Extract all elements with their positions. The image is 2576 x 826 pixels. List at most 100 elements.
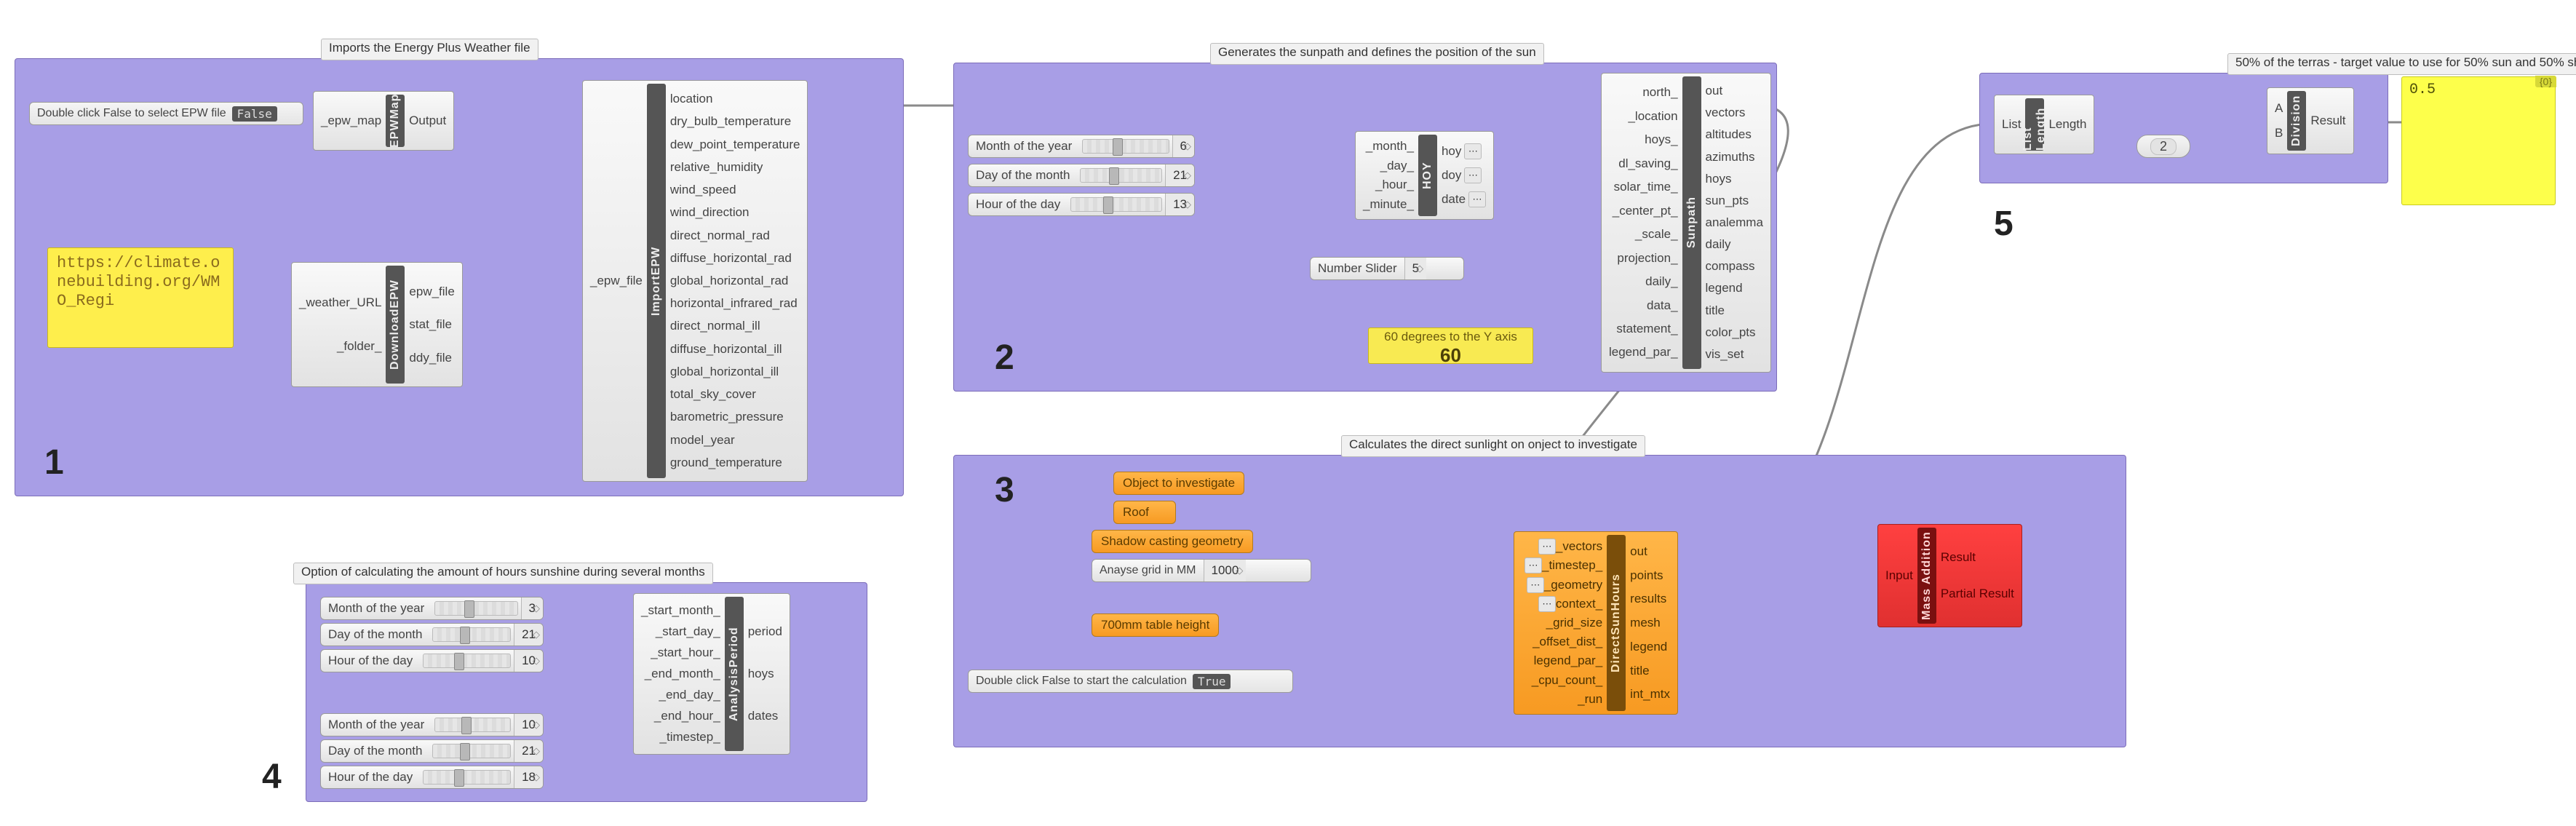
hoy-out-btn-0[interactable]: ⋯ bbox=[1464, 143, 1482, 159]
constant-2[interactable]: 2 bbox=[2136, 135, 2190, 158]
sunpath-out-10: title bbox=[1706, 302, 1763, 319]
relay-roof[interactable]: Roof bbox=[1113, 501, 1176, 524]
slider-g4a-1[interactable]: Day of the month 21 bbox=[320, 623, 544, 646]
sunpath-out-1: vectors bbox=[1706, 104, 1763, 122]
slider-g2-1-track[interactable] bbox=[1080, 168, 1162, 183]
slider-g4b-0[interactable]: Month of the year10 bbox=[320, 713, 544, 736]
component-list-length[interactable]: List List Length Length bbox=[1994, 95, 2094, 154]
result-panel[interactable]: {0} 0.5 bbox=[2401, 76, 2556, 205]
import-out-12: global_horizontal_ill bbox=[670, 363, 800, 381]
import-out-3: relative_humidity bbox=[670, 159, 800, 176]
slider-g4a-2-track[interactable] bbox=[423, 654, 511, 668]
sunpath-in-1: _location bbox=[1609, 108, 1678, 125]
slider-g4b-0-track[interactable] bbox=[434, 718, 511, 732]
slider-g4a-1-label: Day of the month bbox=[321, 627, 429, 642]
component-importepw[interactable]: _epw_file ImportEPW locationdry_bulb_tem… bbox=[582, 80, 808, 482]
relay-roof-label: Roof bbox=[1123, 505, 1149, 520]
ap-in-2: _start_hour_ bbox=[641, 644, 720, 662]
component-downloadepw[interactable]: _weather_URL _folder_ DownloadEPW epw_fi… bbox=[291, 262, 463, 387]
run-toggle-bool: True bbox=[1193, 674, 1231, 689]
relay-table-height[interactable]: 700mm table height bbox=[1092, 613, 1219, 637]
component-division[interactable]: A B Division Result bbox=[2267, 87, 2354, 154]
relay-object-investigate[interactable]: Object to investigate bbox=[1113, 472, 1244, 495]
dsh-in-btn-3[interactable]: ⋯ bbox=[1538, 596, 1556, 612]
component-sunpath[interactable]: north__locationhoys_dl_saving_solar_time… bbox=[1601, 73, 1771, 373]
sunpath-in-5: _center_pt_ bbox=[1609, 202, 1678, 220]
ap-in-6: _timestep_ bbox=[641, 728, 720, 746]
slider-g2-2[interactable]: Hour of the day13 bbox=[968, 193, 1195, 216]
select-epw-toggle[interactable]: Double click False to select EPW file Fa… bbox=[29, 102, 303, 125]
sunpath-out-8: compass bbox=[1706, 258, 1763, 275]
sunpath-out-12: vis_set bbox=[1706, 346, 1763, 363]
sunpath-out-7: daily bbox=[1706, 236, 1763, 253]
component-mass-addition[interactable]: Input Mass Addition Result Partial Resul… bbox=[1877, 524, 2022, 627]
slider-g4b-1-track[interactable] bbox=[432, 744, 511, 758]
dsh-in-btn-0[interactable]: ⋯ bbox=[1538, 539, 1556, 555]
slider-g2-2-label: Hour of the day bbox=[969, 197, 1068, 212]
import-out-2: dew_point_temperature bbox=[670, 136, 800, 154]
grasshopper-canvas[interactable]: Imports the Energy Plus Weather file 1 D… bbox=[0, 0, 2576, 826]
slider-g4a-2[interactable]: Hour of the day10 bbox=[320, 649, 544, 672]
dsh-in-2: ⋯_geometry bbox=[1522, 576, 1602, 594]
import-out-6: direct_normal_rad bbox=[670, 227, 800, 245]
sunpath-out-4: hoys bbox=[1706, 170, 1763, 188]
dl-in-1: _folder_ bbox=[299, 338, 381, 355]
weather-url-panel[interactable]: https://climate.onebuilding.org/WMO_Regi bbox=[47, 247, 234, 348]
slider-anayse-grid[interactable]: Anayse grid in MM 1000 bbox=[1092, 559, 1311, 582]
dsh-out-2: results bbox=[1630, 590, 1670, 608]
result-panel-value: 0.5 bbox=[2409, 82, 2436, 98]
relay-shadow-geom[interactable]: Shadow casting geometry bbox=[1092, 530, 1253, 553]
ap-in-1: _start_day_ bbox=[641, 623, 720, 640]
sunpath-in-4: solar_time_ bbox=[1609, 178, 1678, 196]
slider-g4b-2-track[interactable] bbox=[423, 770, 511, 785]
slider-g4b-1[interactable]: Day of the month21 bbox=[320, 739, 544, 763]
ap-in-0: _start_month_ bbox=[641, 602, 720, 619]
angle-panel[interactable]: 60 degrees to the Y axis 60 bbox=[1368, 327, 1533, 364]
import-out-7: diffuse_horizontal_rad bbox=[670, 250, 800, 267]
slider-g2-0-track[interactable] bbox=[1082, 139, 1169, 154]
div-out-result: Result bbox=[2310, 112, 2345, 130]
slider-g2-0[interactable]: Month of the year6 bbox=[968, 135, 1195, 158]
group-5-number: 5 bbox=[1994, 204, 2014, 244]
epwmap-out-0: Output bbox=[409, 112, 446, 130]
slider-g4b-1-value: 21 bbox=[514, 740, 543, 762]
slider-g4a-0-track[interactable] bbox=[434, 601, 517, 616]
component-hoy[interactable]: _month__day__hour__minute_ HOY hoy⋯doy⋯d… bbox=[1355, 131, 1494, 220]
hoy-out-0: hoy⋯ bbox=[1442, 143, 1486, 160]
import-out-4: wind_speed bbox=[670, 181, 800, 199]
import-out-5: wind_direction bbox=[670, 204, 800, 221]
slider-number-slider[interactable]: Number Slider 5 bbox=[1310, 257, 1464, 280]
dsh-out-3: mesh bbox=[1630, 614, 1670, 632]
hoy-out-btn-2[interactable]: ⋯ bbox=[1468, 191, 1486, 207]
dsh-in-3: ⋯context_ bbox=[1522, 595, 1602, 613]
listlen-out-0: Length bbox=[2048, 116, 2086, 133]
component-analysisperiod[interactable]: _start_month_ _start_day_ _start_hour_ _end… bbox=[633, 593, 790, 755]
hoy-out-btn-1[interactable]: ⋯ bbox=[1464, 167, 1482, 183]
slider-g4b-2[interactable]: Hour of the day18 bbox=[320, 766, 544, 789]
component-directsunhours[interactable]: ⋯_vectors ⋯_timestep_ ⋯_geometry⋯context_ _… bbox=[1514, 531, 1678, 715]
slider-g4a-1-value: 21 bbox=[514, 624, 543, 646]
slider-g2-2-track[interactable] bbox=[1070, 197, 1162, 212]
import-out-16: ground_temperature bbox=[670, 454, 800, 472]
slider-g4a-0-label: Month of the year bbox=[321, 601, 432, 616]
run-toggle[interactable]: Double click False to start the calculat… bbox=[968, 670, 1293, 693]
dsh-in-btn-1[interactable]: ⋯ bbox=[1524, 557, 1542, 573]
dsh-in-8: _run bbox=[1522, 691, 1602, 708]
slider-g4a-1-track[interactable] bbox=[432, 627, 511, 642]
ap-in-5: _end_hour_ bbox=[641, 707, 720, 725]
hoy-out-1: doy⋯ bbox=[1442, 167, 1486, 184]
dsh-in-0: ⋯_vectors bbox=[1522, 538, 1602, 555]
group-4-number: 4 bbox=[262, 757, 282, 797]
slider-g4a-0-value: 3 bbox=[521, 597, 543, 619]
dsh-in-1: ⋯_timestep_ bbox=[1522, 557, 1602, 574]
sunpath-out-9: legend bbox=[1706, 279, 1763, 297]
importepw-title: ImportEPW bbox=[647, 84, 666, 478]
slider-g4a-0[interactable]: Month of the year 3 bbox=[320, 597, 544, 620]
dl-out-2: ddy_file bbox=[409, 349, 454, 367]
slider-g2-1[interactable]: Day of the month21 bbox=[968, 164, 1195, 187]
sunpath-in-7: projection_ bbox=[1609, 250, 1678, 267]
dsh-out-4: legend bbox=[1630, 638, 1670, 656]
dsh-in-btn-2[interactable]: ⋯ bbox=[1527, 577, 1544, 593]
component-epwmap[interactable]: _epw_map EPWMap Output bbox=[313, 91, 454, 151]
hoy-title: HOY bbox=[1418, 135, 1437, 216]
